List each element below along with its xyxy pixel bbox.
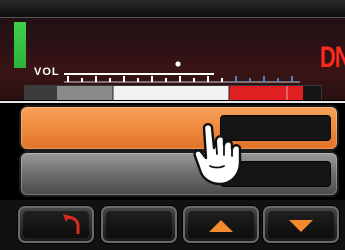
status-display: DN VOL xyxy=(0,0,345,100)
back-arrow-icon xyxy=(63,214,80,234)
down-button[interactable] xyxy=(263,206,339,243)
level-meter xyxy=(24,85,322,100)
softkey-bar xyxy=(0,200,345,250)
divider xyxy=(0,101,345,103)
up-arrow-icon xyxy=(209,220,233,232)
down-arrow-icon xyxy=(289,220,313,232)
screen: DN VOL xyxy=(0,0,345,250)
selected-setting-button[interactable] xyxy=(21,107,337,149)
up-button[interactable] xyxy=(183,206,259,243)
blank-softkey[interactable] xyxy=(101,206,177,243)
setting-button[interactable] xyxy=(21,153,337,195)
back-button[interactable] xyxy=(18,206,94,243)
touch-hand-icon xyxy=(193,123,242,186)
